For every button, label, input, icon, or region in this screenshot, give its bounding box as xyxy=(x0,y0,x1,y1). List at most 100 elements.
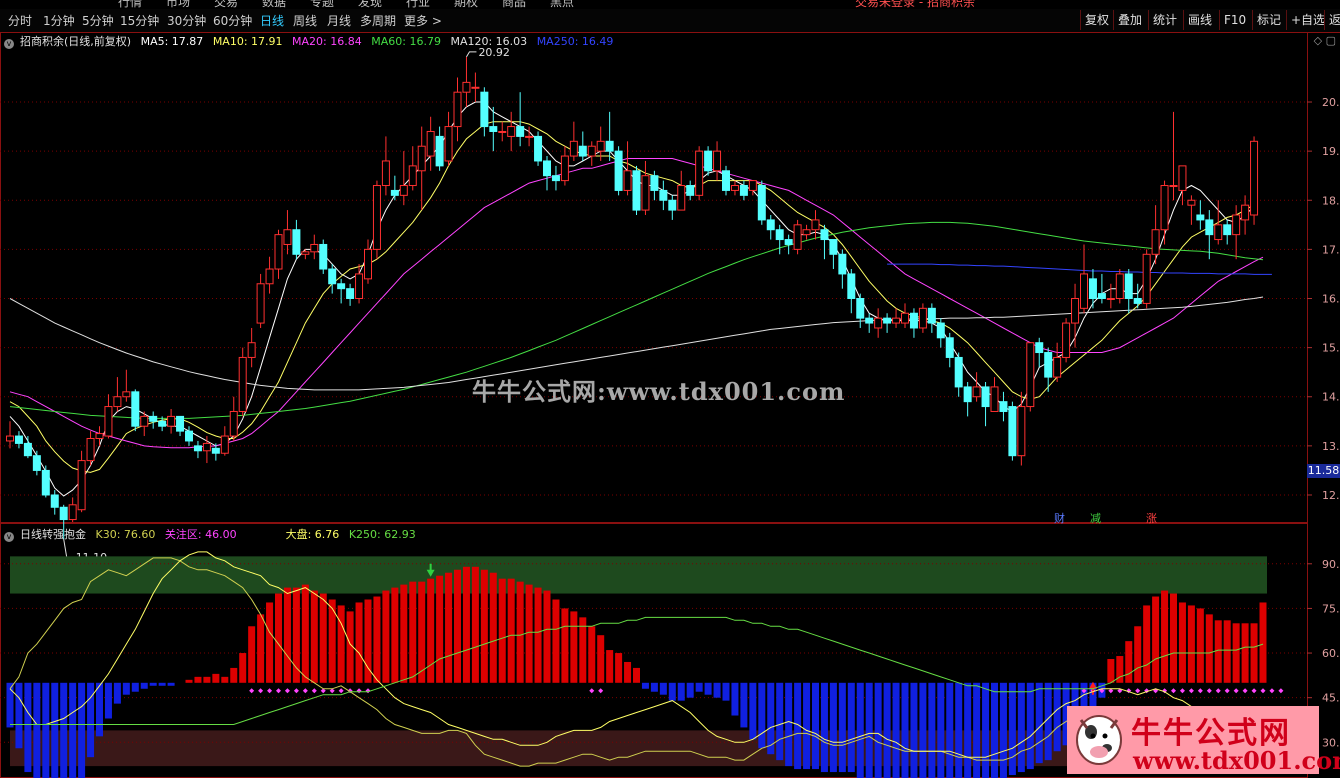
ma250-label: MA250: 16.49 xyxy=(536,35,614,48)
candle-body xyxy=(784,239,793,245)
candle-body xyxy=(578,145,587,157)
candle-body xyxy=(909,312,918,329)
cow-logo-icon xyxy=(1076,715,1122,765)
diamond-icon[interactable]: ◇ xyxy=(1314,34,1322,47)
candle-body xyxy=(704,150,713,172)
y-tick-label: 15. xyxy=(1322,342,1340,355)
candle-body xyxy=(256,283,265,324)
chevron-down-icon[interactable]: v xyxy=(4,39,14,49)
candle-body xyxy=(534,135,543,162)
candle-body xyxy=(874,317,883,329)
candle-body xyxy=(766,219,775,231)
indicator-bar xyxy=(749,682,757,740)
indicator-bar xyxy=(507,578,515,683)
candle-body xyxy=(202,442,211,452)
candle-body xyxy=(122,391,131,398)
indicator-bar xyxy=(552,599,560,683)
candle-body xyxy=(596,140,605,152)
watermark-badge: 牛牛公式网 www.tdx001.com xyxy=(1067,706,1340,775)
indicator-bar xyxy=(140,682,148,689)
chevron-down-icon[interactable]: v xyxy=(4,532,14,542)
indicator-bar xyxy=(776,682,784,761)
indicator-bar xyxy=(167,682,175,686)
signal-dot xyxy=(293,688,299,694)
candle-body xyxy=(936,322,945,339)
annotation-leader xyxy=(63,539,74,558)
candle-body xyxy=(659,189,668,201)
signal-dot xyxy=(276,688,281,694)
candle-body xyxy=(408,165,417,187)
indicator-bar xyxy=(534,587,542,683)
candle-body xyxy=(265,268,274,285)
candle-body xyxy=(274,234,283,270)
candle-body xyxy=(292,229,301,255)
indicator-bar xyxy=(1170,593,1177,683)
candle-body xyxy=(677,185,686,211)
indicator-bar xyxy=(525,584,533,683)
finance-marker[interactable]: 财 xyxy=(1054,510,1065,526)
indicator-bar xyxy=(892,682,900,778)
indicator-bar xyxy=(570,611,578,683)
indicator-bar xyxy=(758,682,766,749)
candle-body xyxy=(498,130,507,133)
indicator-bar xyxy=(319,593,327,683)
candle-body xyxy=(346,288,355,299)
indicator-bar xyxy=(910,682,918,778)
indicator-bar xyxy=(355,602,363,683)
candle-body xyxy=(77,460,86,511)
signal-dot xyxy=(1242,688,1248,694)
candle-body xyxy=(238,356,247,412)
indicator-bar xyxy=(668,682,676,701)
candle-body xyxy=(632,170,641,211)
indicator-bar xyxy=(42,682,50,778)
candle-body xyxy=(310,243,319,253)
indicator-bar xyxy=(803,682,811,770)
candle-body xyxy=(6,435,14,442)
candle-body xyxy=(1106,297,1115,300)
reduce-marker[interactable]: 减 xyxy=(1090,510,1101,526)
indicator-bar xyxy=(462,566,470,683)
candle-body xyxy=(820,229,829,241)
indicator-bar xyxy=(301,584,309,683)
candle-body xyxy=(167,415,176,427)
indicator-bar xyxy=(901,682,909,778)
indicator-bar xyxy=(847,682,855,773)
ma10-label: MA10: 17.91 xyxy=(212,35,283,48)
restore-window-icon[interactable]: ▢ xyxy=(1326,34,1336,47)
candle-body xyxy=(990,386,999,412)
candle-body xyxy=(954,356,963,388)
y-tick-label: 20. xyxy=(1322,96,1340,109)
signal-dot xyxy=(356,688,362,694)
indicator-bar xyxy=(1178,602,1186,683)
zone-band xyxy=(10,556,1267,594)
candle-body xyxy=(1151,229,1160,255)
candle-body xyxy=(337,283,346,290)
signal-dot xyxy=(1224,688,1230,694)
indicator-bar xyxy=(1053,682,1061,752)
indicator-bar xyxy=(1107,659,1115,683)
candle-body xyxy=(722,170,730,191)
candle-body xyxy=(68,504,77,521)
candle-body xyxy=(59,506,68,521)
indicator-bar xyxy=(1026,682,1034,770)
rise-marker[interactable]: 涨 xyxy=(1146,510,1157,526)
candle-body xyxy=(220,435,229,454)
candle-body xyxy=(847,273,856,299)
signal-dot xyxy=(1206,688,1212,694)
candle-body xyxy=(364,248,372,280)
signal-dot xyxy=(338,688,344,694)
candle-body xyxy=(113,396,122,408)
candle-body xyxy=(543,160,551,177)
candle-body xyxy=(426,130,435,157)
zone-label: 关注区: 46.00 xyxy=(164,528,237,541)
candle-body xyxy=(856,297,865,319)
candle-body xyxy=(444,126,453,162)
indicator-tick-label: 90. xyxy=(1322,558,1340,571)
indicator-bar xyxy=(615,653,623,683)
indicator-bar xyxy=(1223,620,1231,683)
candle-body xyxy=(999,401,1008,412)
candle-body xyxy=(1223,224,1232,236)
signal-dot xyxy=(311,688,317,694)
candle-body xyxy=(883,317,892,324)
indicator-bar xyxy=(96,682,103,737)
